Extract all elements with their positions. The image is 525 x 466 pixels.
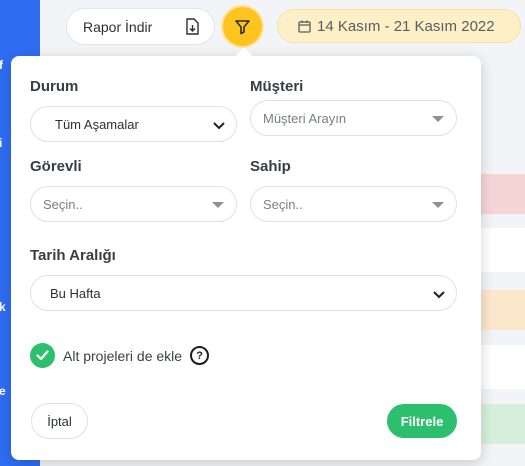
chevron-down-icon <box>433 291 445 299</box>
customer-label: Müşteri <box>250 78 304 95</box>
sidebar-item-fragment[interactable]: k <box>0 300 6 314</box>
status-label: Durum <box>30 78 79 95</box>
assignee-placeholder: Seçin.. <box>43 196 83 212</box>
caret-down-icon <box>432 116 444 122</box>
cancel-button[interactable]: İptal <box>31 403 88 439</box>
help-icon[interactable]: ? <box>190 346 210 365</box>
assignee-label: Görevli <box>30 158 82 175</box>
subprojects-checkbox[interactable] <box>30 343 55 368</box>
assignee-select[interactable]: Seçin.. <box>30 186 237 222</box>
download-file-icon <box>186 18 199 35</box>
sidebar-item-fragment[interactable]: e <box>0 384 6 398</box>
download-report-button[interactable]: Rapor İndir <box>66 8 215 45</box>
sidebar-item-fragment[interactable]: i <box>0 136 2 150</box>
subprojects-label: Alt projeleri de ekle <box>63 347 183 364</box>
download-report-label: Rapor İndir <box>83 18 153 35</box>
filter-funnel-icon <box>235 20 250 35</box>
date-range-select[interactable]: Bu Hafta <box>30 275 457 311</box>
customer-placeholder: Müşteri Arayın <box>263 110 347 126</box>
owner-select[interactable]: Seçin.. <box>250 186 457 222</box>
subprojects-checkbox-row[interactable]: Alt projeleri de ekle ? <box>30 343 210 368</box>
apply-filter-button[interactable]: Filtrele <box>387 404 457 438</box>
owner-label: Sahip <box>250 158 291 175</box>
chevron-down-icon <box>213 122 225 130</box>
date-range-label: 14 Kasım - 21 Kasım 2022 <box>317 17 495 35</box>
checkmark-icon <box>36 350 49 361</box>
filter-button[interactable] <box>221 5 264 48</box>
date-range-picker[interactable]: 14 Kasım - 21 Kasım 2022 <box>277 9 521 43</box>
customer-search-select[interactable]: Müşteri Arayın <box>250 100 457 136</box>
owner-placeholder: Seçin.. <box>263 196 303 212</box>
caret-down-icon <box>432 202 444 208</box>
calendar-icon <box>298 20 311 33</box>
sidebar-item-fragment[interactable]: f <box>0 58 3 72</box>
date-range-value: Bu Hafta <box>50 285 101 301</box>
status-select[interactable]: Tüm Aşamalar <box>30 106 237 142</box>
caret-down-icon <box>212 202 224 208</box>
filter-panel: Durum Tüm Aşamalar Müşteri Müşteri Arayı… <box>11 56 481 460</box>
status-value: Tüm Aşamalar <box>55 116 139 132</box>
date-range-filter-label: Tarih Aralığı <box>30 247 116 264</box>
